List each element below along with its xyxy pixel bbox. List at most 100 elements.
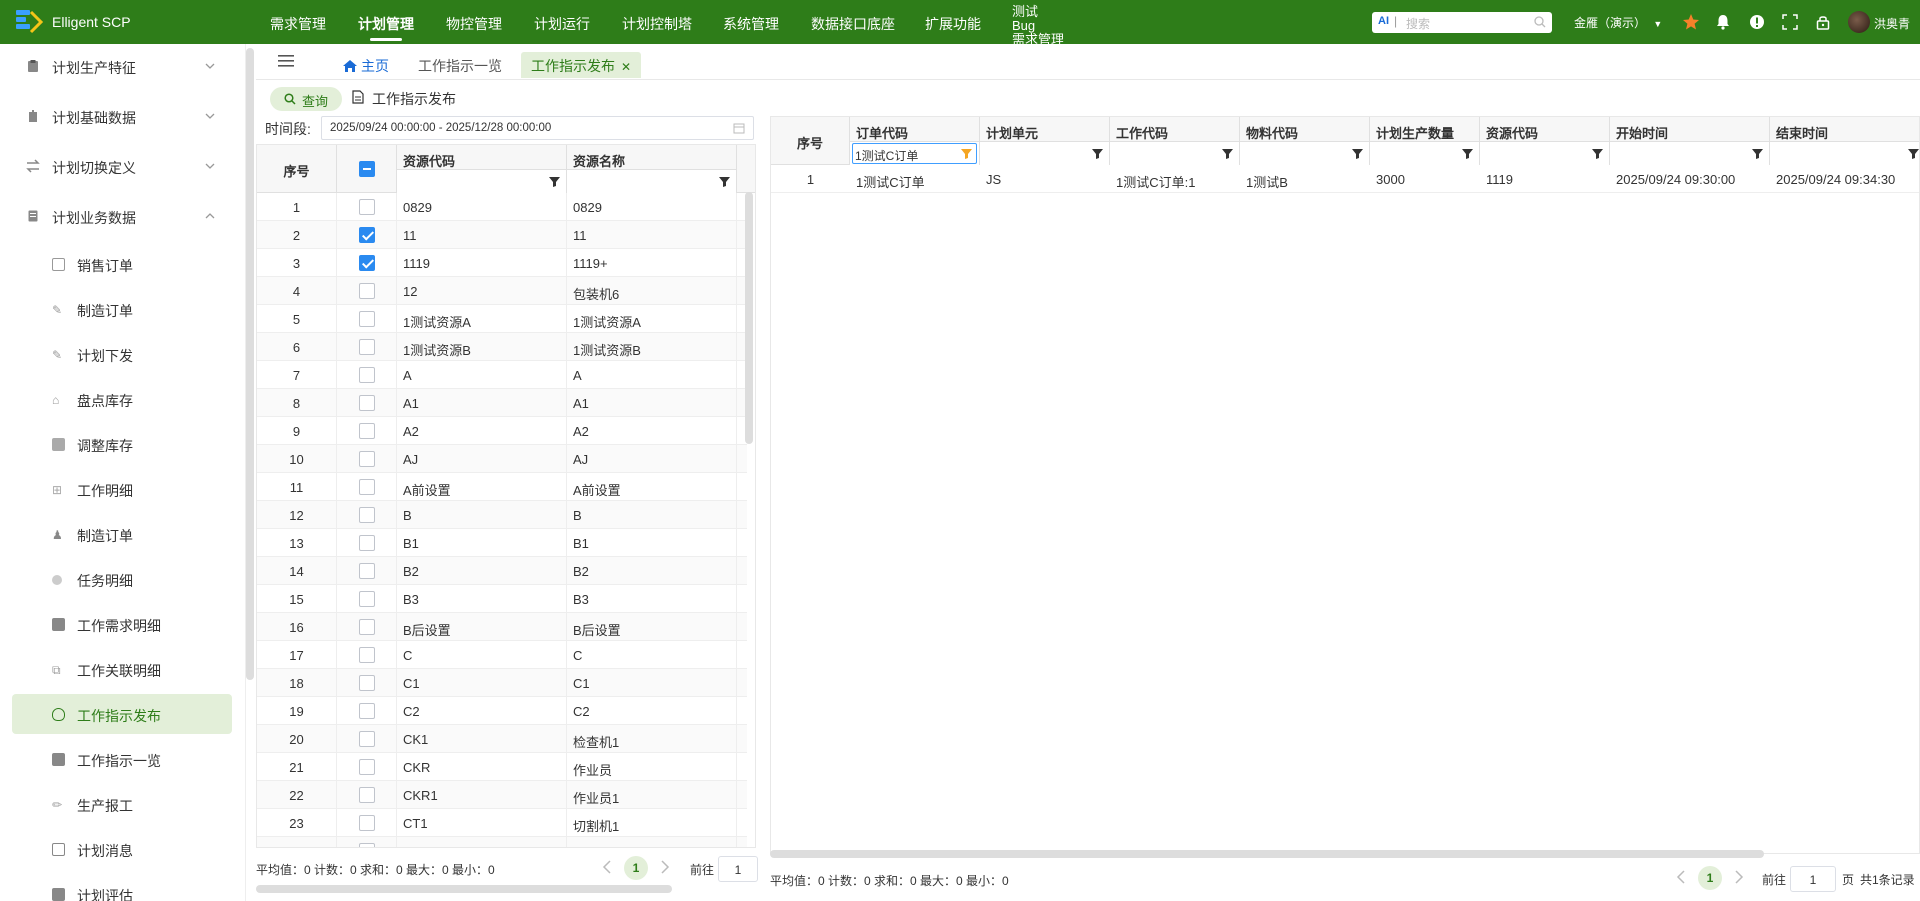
filter-active-icon[interactable] <box>961 148 972 159</box>
user-name[interactable]: 洪奥青 <box>1874 15 1910 32</box>
sidebar-item-work-instruction-publish[interactable]: 工作指示发布 <box>12 694 232 734</box>
table-row[interactable]: 4 12 包装机6 <box>257 277 747 305</box>
table-row[interactable]: 20 CK1 检查机1 <box>257 725 747 753</box>
search-icon[interactable] <box>1534 16 1546 28</box>
table-row[interactable]: 21 CKR 作业员 <box>257 753 747 781</box>
row-checkbox[interactable] <box>359 311 375 327</box>
sidebar-item-work-instruction-list[interactable]: 工作指示一览 <box>12 739 232 779</box>
org-selector[interactable]: 金雁（演示） ▼ <box>1574 14 1662 31</box>
table-row[interactable]: 18 C1 C1 <box>257 669 747 697</box>
sidebar-item-sales-order[interactable]: 销售订单 <box>12 244 232 284</box>
global-search[interactable]: AI | 搜索 <box>1372 12 1552 33</box>
table-row[interactable]: 10 AJ AJ <box>257 445 747 473</box>
table-row[interactable]: 24 C前后设置C前后设置 <box>257 837 747 847</box>
bell-icon[interactable] <box>1714 13 1732 31</box>
table-row[interactable]: 19 C2 C2 <box>257 697 747 725</box>
filter-cell[interactable] <box>1480 141 1609 165</box>
sidebar-group-production-features[interactable]: 计划生产特征 <box>0 46 245 86</box>
tab-work-instruction-publish[interactable]: 工作指示发布 ✕ <box>521 52 642 78</box>
work-instruction-grid-hscroll[interactable] <box>770 850 1764 858</box>
nav-demand-management[interactable]: 需求管理 <box>270 14 326 34</box>
tab-home[interactable]: 主页 <box>332 52 399 78</box>
row-checkbox[interactable] <box>359 227 375 243</box>
table-row[interactable]: 14 B2 B2 <box>257 557 747 585</box>
nav-plan-management[interactable]: 计划管理 <box>358 14 414 41</box>
table-row[interactable]: 23 CT1 切割机1 <box>257 809 747 837</box>
table-row[interactable]: 12 B B <box>257 501 747 529</box>
lock-icon[interactable] <box>1814 13 1832 31</box>
sidebar-group-switch-definition[interactable]: 计划切换定义 <box>0 146 245 186</box>
next-page-icon[interactable] <box>654 856 676 878</box>
filter-cell[interactable] <box>567 169 736 193</box>
close-icon[interactable]: ✕ <box>621 60 631 74</box>
sidebar-item-plan-message[interactable]: 计划消息 <box>12 829 232 869</box>
table-row[interactable]: 9 A2 A2 <box>257 417 747 445</box>
nav-test-bug-demand[interactable]: 测试 Bug 需求管理 <box>1012 5 1064 47</box>
prev-page-icon[interactable] <box>596 856 618 878</box>
filter-cell[interactable] <box>1610 141 1769 165</box>
prev-page-icon[interactable] <box>1670 866 1692 888</box>
sidebar-scrollbar[interactable] <box>246 48 254 680</box>
sidebar-item-manufacture-order[interactable]: ✎ 制造订单 <box>12 289 232 329</box>
row-checkbox[interactable] <box>359 423 375 439</box>
filter-icon[interactable] <box>719 176 730 187</box>
table-row[interactable]: 1 1测试C订单 JS 1测试C订单:1 1测试B 3000 1119 2025… <box>771 165 1919 193</box>
star-icon[interactable] <box>1682 13 1700 31</box>
row-checkbox[interactable] <box>359 339 375 355</box>
row-checkbox[interactable] <box>359 675 375 691</box>
nav-data-interface[interactable]: 数据接口底座 <box>811 14 895 34</box>
calendar-icon[interactable] <box>733 122 745 134</box>
row-checkbox[interactable] <box>359 563 375 579</box>
filter-icon[interactable] <box>1592 148 1603 159</box>
table-row[interactable]: 17 C C <box>257 641 747 669</box>
sidebar-item-stocktake[interactable]: ⌂ 盘点库存 <box>12 379 232 419</box>
sidebar-item-production-report[interactable]: ✏ 生产报工 <box>12 784 232 824</box>
row-checkbox[interactable] <box>359 395 375 411</box>
table-row[interactable]: 2 11 11 <box>257 221 747 249</box>
nav-extensions[interactable]: 扩展功能 <box>925 14 981 34</box>
alert-icon[interactable] <box>1748 13 1766 31</box>
select-all-checkbox[interactable] <box>359 161 375 177</box>
sidebar-item-task-detail[interactable]: 任务明细 <box>12 559 232 599</box>
sidebar-item-work-detail[interactable]: ⊞ 工作明细 <box>12 469 232 509</box>
filter-cell[interactable] <box>1240 141 1369 165</box>
row-checkbox[interactable] <box>359 843 375 847</box>
next-page-icon[interactable] <box>1728 866 1750 888</box>
table-row[interactable]: 1 0829 0829 <box>257 193 747 221</box>
user-avatar[interactable] <box>1848 11 1870 33</box>
row-checkbox[interactable] <box>359 787 375 803</box>
goto-page-input[interactable]: 1 <box>718 856 758 882</box>
table-row[interactable]: 15 B3 B3 <box>257 585 747 613</box>
row-checkbox[interactable] <box>359 367 375 383</box>
time-range-input[interactable]: 2025/09/24 00:00:00 - 2025/12/28 00:00:0… <box>321 116 754 140</box>
sidebar-group-business-data[interactable]: 计划业务数据 <box>0 196 245 236</box>
row-checkbox[interactable] <box>359 591 375 607</box>
sidebar-item-plan-dispatch[interactable]: ✎ 计划下发 <box>12 334 232 374</box>
current-page[interactable]: 1 <box>624 856 648 880</box>
menu-toggle-icon[interactable] <box>278 54 294 68</box>
row-checkbox[interactable] <box>359 535 375 551</box>
row-checkbox[interactable] <box>359 283 375 299</box>
table-row[interactable]: 22 CKR1 作业员1 <box>257 781 747 809</box>
table-row[interactable]: 8 A1 A1 <box>257 389 747 417</box>
resource-grid-vscroll[interactable] <box>745 192 753 444</box>
sidebar-group-base-data[interactable]: 计划基础数据 <box>0 96 245 136</box>
current-page[interactable]: 1 <box>1698 866 1722 890</box>
nav-plan-control-tower[interactable]: 计划控制塔 <box>622 14 692 34</box>
query-button[interactable]: 查询 <box>270 87 342 111</box>
row-checkbox[interactable] <box>359 619 375 635</box>
sidebar-item-adjust-stock[interactable]: 调整库存 <box>12 424 232 464</box>
table-row[interactable]: 6 1测试资源B 1测试资源B <box>257 333 747 361</box>
row-checkbox[interactable] <box>359 731 375 747</box>
filter-cell[interactable] <box>1110 141 1239 165</box>
fullscreen-icon[interactable] <box>1781 13 1799 31</box>
table-row[interactable]: 13 B1 B1 <box>257 529 747 557</box>
filter-cell[interactable] <box>1370 141 1479 165</box>
order-code-filter-input[interactable]: 1测试C订单 <box>852 143 977 164</box>
row-checkbox[interactable] <box>359 199 375 215</box>
filter-cell[interactable] <box>397 169 566 193</box>
nav-system-management[interactable]: 系统管理 <box>723 14 779 34</box>
sidebar-item-work-demand-detail[interactable]: 工作需求明细 <box>12 604 232 644</box>
row-checkbox[interactable] <box>359 703 375 719</box>
filter-cell[interactable] <box>980 141 1109 165</box>
